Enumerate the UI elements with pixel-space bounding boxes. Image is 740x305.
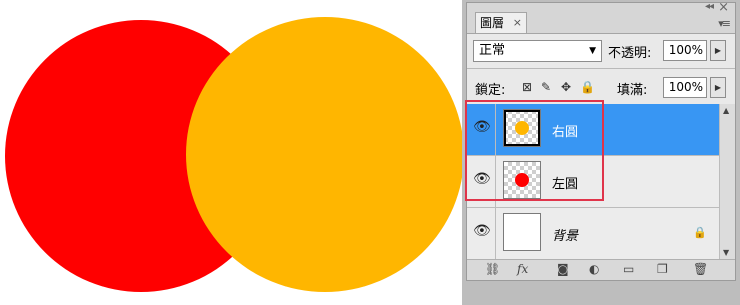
blend-mode-value: 正常 xyxy=(479,43,506,58)
document-canvas xyxy=(0,0,464,305)
tab-close-icon[interactable]: × xyxy=(513,13,522,33)
scroll-down-icon[interactable]: ▼ xyxy=(723,248,729,257)
lock-label: 鎖定: xyxy=(475,83,506,98)
lock-position-icon[interactable]: ✥ xyxy=(561,80,571,94)
lock-icon: 🔒 xyxy=(693,226,707,239)
eye-icon[interactable]: 👁 xyxy=(473,224,491,238)
folder-icon[interactable]: ▭ xyxy=(623,262,634,276)
mask-icon[interactable]: ◙ xyxy=(557,262,569,276)
layers-scrollbar[interactable]: ▲ ▼ xyxy=(719,104,735,259)
fx-icon[interactable]: fx xyxy=(517,262,528,276)
tab-layers-label: 圖層 xyxy=(480,16,505,30)
dropdown-arrow-icon: ▼ xyxy=(589,46,596,56)
layer-row-background[interactable]: 👁 背景 🔒 xyxy=(467,208,719,260)
tab-layers[interactable]: 圖層 × xyxy=(475,12,527,33)
layer-name[interactable]: 背景 xyxy=(552,225,578,244)
fill-label: 填滿: xyxy=(617,83,648,98)
highlight-box xyxy=(465,100,604,201)
panel-footer: ⛓ fx ◙ ◐ ▭ ❐ 🗑 xyxy=(467,259,735,280)
fill-input[interactable]: 100% xyxy=(663,77,707,98)
divider xyxy=(467,68,735,69)
trash-icon[interactable]: 🗑 xyxy=(693,262,708,276)
blend-mode-select[interactable]: 正常 ▼ xyxy=(473,40,602,62)
opacity-slider-button[interactable]: ▶ xyxy=(710,40,726,61)
collapse-panel-icon[interactable]: ◂◂ xyxy=(705,1,714,12)
divider xyxy=(495,208,496,259)
lock-image-pixels-icon[interactable]: ✎ xyxy=(541,80,551,94)
adjustment-icon[interactable]: ◐ xyxy=(589,262,599,276)
lock-transparent-pixels-icon[interactable]: ⊠ xyxy=(522,80,532,94)
scroll-up-icon[interactable]: ▲ xyxy=(723,106,729,115)
lock-all-icon[interactable]: 🔒 xyxy=(580,80,595,94)
fill-slider-button[interactable]: ▶ xyxy=(710,77,726,98)
new-layer-icon[interactable]: ❐ xyxy=(657,262,668,276)
link-icon[interactable]: ⛓ xyxy=(485,262,500,276)
opacity-label: 不透明: xyxy=(608,46,652,61)
right-circle xyxy=(186,17,464,292)
panel-menu-icon[interactable]: ▾≡ xyxy=(718,17,731,30)
close-panel-icon[interactable]: × xyxy=(718,0,729,15)
opacity-input[interactable]: 100% xyxy=(663,40,707,61)
layer-thumbnail xyxy=(503,213,541,251)
